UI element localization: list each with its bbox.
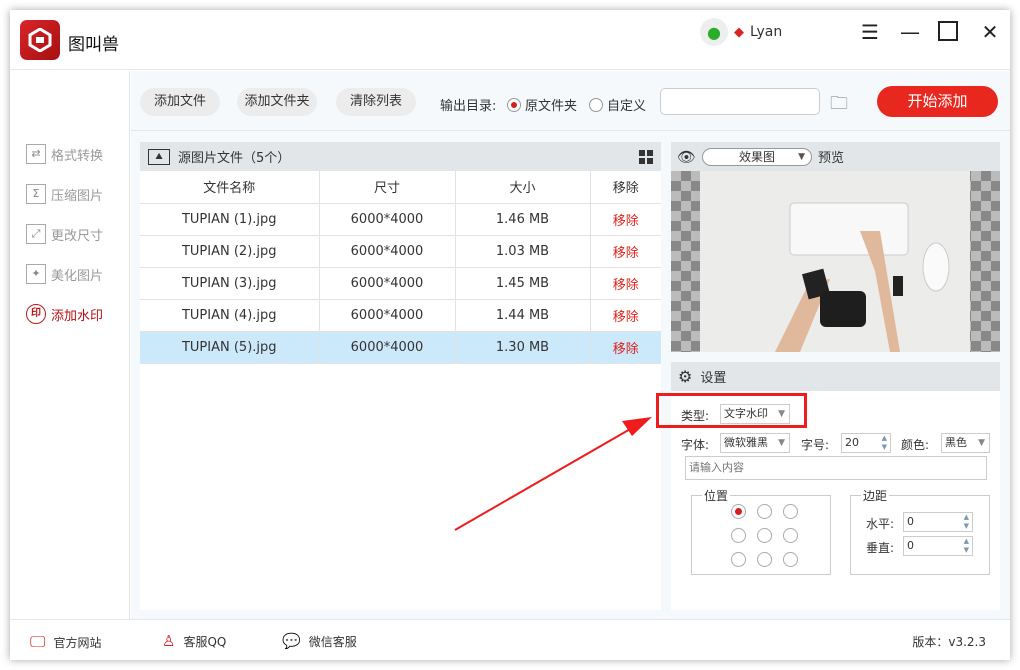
annotation-arrow <box>0 0 1020 670</box>
